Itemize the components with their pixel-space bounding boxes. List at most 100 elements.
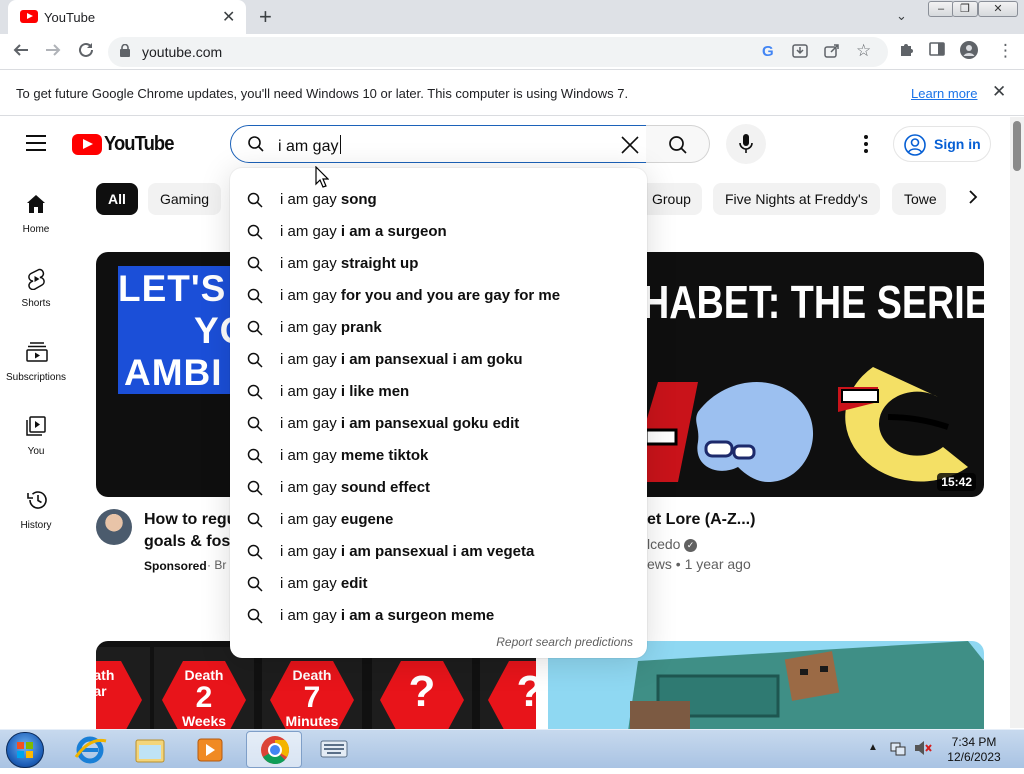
forward-icon[interactable] <box>44 41 62 64</box>
chevron-right-icon[interactable] <box>968 189 978 210</box>
search-suggestion-item[interactable]: i am gay i am pansexual i am vegeta <box>230 536 647 568</box>
channel-avatar[interactable] <box>96 509 132 545</box>
video-title[interactable]: et Lore (A-Z...) <box>647 509 755 531</box>
install-app-icon[interactable] <box>792 43 808 64</box>
suggestion-text[interactable]: i am gay sound effect <box>280 479 430 496</box>
suggestion-text[interactable]: i am gay i am a surgeon <box>280 223 447 240</box>
guide-menu-icon[interactable] <box>26 135 46 151</box>
video-title[interactable]: goals & fost <box>144 531 236 553</box>
tab-youtube[interactable]: YouTube ✕ <box>8 0 246 34</box>
search-query-text[interactable]: i am gay <box>278 135 342 156</box>
bookmark-star-icon[interactable]: ☆ <box>856 41 871 61</box>
channel-name[interactable]: · Br <box>207 558 226 572</box>
reload-icon[interactable] <box>77 41 95 64</box>
search-suggestion-item[interactable]: i am gay meme tiktok <box>230 440 647 472</box>
lock-icon[interactable] <box>120 44 130 57</box>
search-suggestion-item[interactable]: i am gay eugene <box>230 504 647 536</box>
settings-kebab-icon[interactable] <box>856 134 876 154</box>
chrome-taskbar-icon[interactable] <box>246 731 302 768</box>
search-icon <box>247 224 263 240</box>
sidebar-item-subscriptions[interactable]: Subscriptions <box>0 342 72 402</box>
suggestion-text[interactable]: i am gay meme tiktok <box>280 447 428 464</box>
suggestion-text[interactable]: i am gay song <box>280 191 377 208</box>
extensions-puzzle-icon[interactable] <box>898 41 914 62</box>
search-suggestion-item[interactable]: i am gay i am pansexual i am goku <box>230 344 647 376</box>
video-title[interactable]: How to regu <box>144 509 236 531</box>
back-icon[interactable] <box>12 41 30 64</box>
suggestion-text[interactable]: i am gay i like men <box>280 383 409 400</box>
new-tab-icon[interactable]: + <box>259 4 272 30</box>
windows-start-button[interactable] <box>6 732 44 768</box>
search-input[interactable]: i am gay <box>230 125 647 163</box>
search-suggestion-item[interactable]: i am gay sound effect <box>230 472 647 504</box>
suggestion-prefix: i am gay <box>280 575 341 592</box>
search-icon <box>247 288 263 304</box>
search-suggestion-item[interactable]: i am gay for you and you are gay for me <box>230 280 647 312</box>
suggestion-prefix: i am gay <box>280 415 341 432</box>
restore-window-button[interactable]: ❐ <box>952 1 978 17</box>
sidebar-item-home[interactable]: Home <box>0 194 72 254</box>
chip-gaming[interactable]: Gaming <box>148 183 222 215</box>
search-button[interactable] <box>646 125 710 163</box>
sidebar-item-you[interactable]: You <box>0 416 72 476</box>
close-window-button[interactable]: ✕ <box>978 1 1018 17</box>
on-screen-keyboard-taskbar-icon[interactable] <box>306 731 362 768</box>
search-suggestion-item[interactable]: i am gay edit <box>230 568 647 600</box>
search-icon <box>669 136 687 154</box>
suggestion-text[interactable]: i am gay eugene <box>280 511 393 528</box>
minimize-window-button[interactable]: – <box>928 1 954 17</box>
chip-group[interactable]: Group <box>640 183 702 215</box>
suggestion-text[interactable]: i am gay i am pansexual goku edit <box>280 415 519 432</box>
suggestion-text[interactable]: i am gay prank <box>280 319 382 336</box>
suggestion-text[interactable]: i am gay i am pansexual i am goku <box>280 351 523 368</box>
voice-search-button[interactable] <box>726 124 766 164</box>
suggestion-text[interactable]: i am gay edit <box>280 575 368 592</box>
search-suggestion-item[interactable]: i am gay prank <box>230 312 647 344</box>
tab-close-icon[interactable]: ✕ <box>222 7 235 27</box>
google-lens-icon[interactable]: G <box>762 43 774 60</box>
media-player-taskbar-icon[interactable] <box>182 731 238 768</box>
url-text[interactable]: youtube.com <box>142 44 222 60</box>
suggestion-text[interactable]: i am gay i am pansexual i am vegeta <box>280 543 534 560</box>
search-suggestion-item[interactable]: i am gay straight up <box>230 248 647 280</box>
chip-five-nights[interactable]: Five Nights at Freddy's <box>713 183 880 215</box>
suggestion-text[interactable]: i am gay for you and you are gay for me <box>280 287 560 304</box>
address-bar[interactable]: youtube.com G ☆ <box>108 37 888 67</box>
file-explorer-taskbar-icon[interactable] <box>122 731 178 768</box>
browser-toolbar: youtube.com G ☆ ⋮ <box>0 34 1024 70</box>
sidebar-item-shorts[interactable]: Shorts <box>0 268 72 328</box>
sidebar-item-history[interactable]: History <box>0 490 72 550</box>
infobar-close-icon[interactable]: ✕ <box>992 82 1006 102</box>
history-icon <box>27 491 47 509</box>
tab-search-chevron-icon[interactable]: ⌄ <box>896 8 907 24</box>
chip-towe[interactable]: Towe <box>892 183 946 215</box>
clear-search-icon[interactable] <box>620 135 640 155</box>
profile-icon[interactable] <box>960 41 978 64</box>
learn-more-link[interactable]: Learn more <box>911 86 977 101</box>
report-search-predictions-link[interactable]: Report search predictions <box>496 635 633 649</box>
youtube-logo-text[interactable]: YouTube <box>104 133 174 156</box>
scrollbar-thumb[interactable] <box>1013 121 1021 171</box>
search-suggestion-item[interactable]: i am gay i am pansexual goku edit <box>230 408 647 440</box>
page-scrollbar[interactable] <box>1010 117 1024 728</box>
search-suggestion-item[interactable]: i am gay i like men <box>230 376 647 408</box>
video-meta: ews • 1 year ago <box>647 556 751 572</box>
suggestion-text[interactable]: i am gay straight up <box>280 255 418 272</box>
youtube-logo-icon[interactable] <box>72 134 102 155</box>
network-icon[interactable] <box>890 740 906 761</box>
internet-explorer-taskbar-icon[interactable] <box>62 731 118 768</box>
search-suggestion-item[interactable]: i am gay i am a surgeon <box>230 216 647 248</box>
share-icon[interactable] <box>824 43 840 64</box>
volume-muted-icon[interactable] <box>914 740 932 761</box>
suggestion-text[interactable]: i am gay i am a surgeon meme <box>280 607 494 624</box>
show-hidden-icons-icon[interactable]: ▲ <box>868 742 878 753</box>
search-suggestion-item[interactable]: i am gay i am a surgeon meme <box>230 600 647 632</box>
search-icon <box>247 352 263 368</box>
sign-in-button[interactable]: Sign in <box>893 126 991 162</box>
taskbar-clock[interactable]: 7:34 PM 12/6/2023 <box>946 735 1002 765</box>
channel-name[interactable]: lcedo <box>647 536 680 552</box>
side-panel-icon[interactable] <box>929 41 945 62</box>
search-suggestion-item[interactable]: i am gay song <box>230 184 647 216</box>
chip-all[interactable]: All <box>96 183 138 215</box>
chrome-menu-icon[interactable]: ⋮ <box>997 41 1014 61</box>
